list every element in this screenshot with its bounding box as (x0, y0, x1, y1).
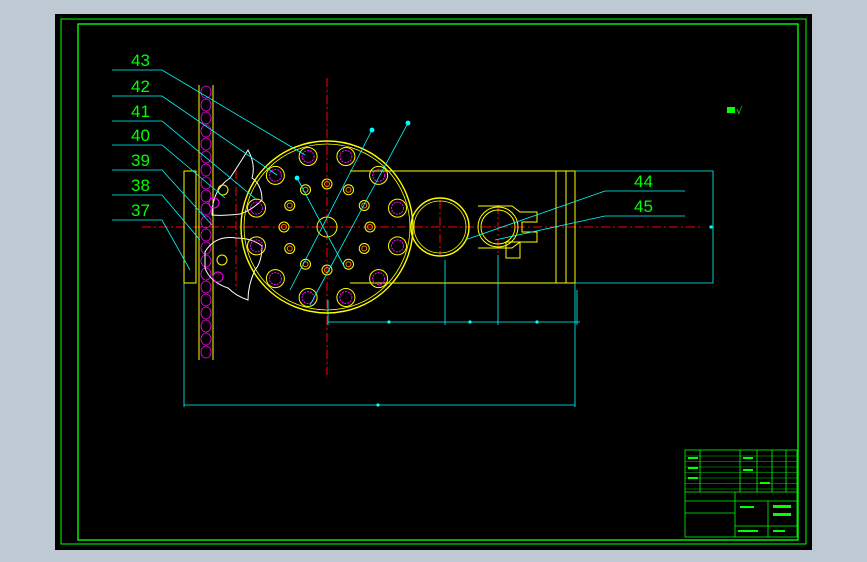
title-block-text (760, 482, 770, 484)
title-block-text (688, 477, 698, 479)
part-label-42: 42 (131, 77, 150, 96)
roughness-symbol: √ (736, 106, 743, 117)
part-label-41: 41 (131, 102, 150, 121)
drawing-canvas[interactable]: 43 42 41 40 39 38 37 44 45 √ (0, 0, 867, 562)
drawing-sheet (55, 14, 812, 550)
title-block-text (743, 469, 753, 471)
title-block-text (773, 530, 785, 532)
title-block-text (688, 457, 698, 459)
part-label-43: 43 (131, 51, 150, 70)
title-block-text (743, 457, 753, 459)
part-label-37: 37 (131, 201, 150, 220)
cad-viewport[interactable]: 43 42 41 40 39 38 37 44 45 √ (0, 0, 867, 562)
part-label-38: 38 (131, 176, 150, 195)
part-label-45: 45 (634, 197, 653, 216)
title-block-text (773, 513, 791, 516)
title-block-text (773, 505, 791, 508)
title-block-text (688, 467, 698, 469)
title-block-text (738, 530, 758, 532)
title-block-text (740, 506, 754, 508)
part-label-40: 40 (131, 126, 150, 145)
part-label-44: 44 (634, 172, 653, 191)
part-label-39: 39 (131, 151, 150, 170)
